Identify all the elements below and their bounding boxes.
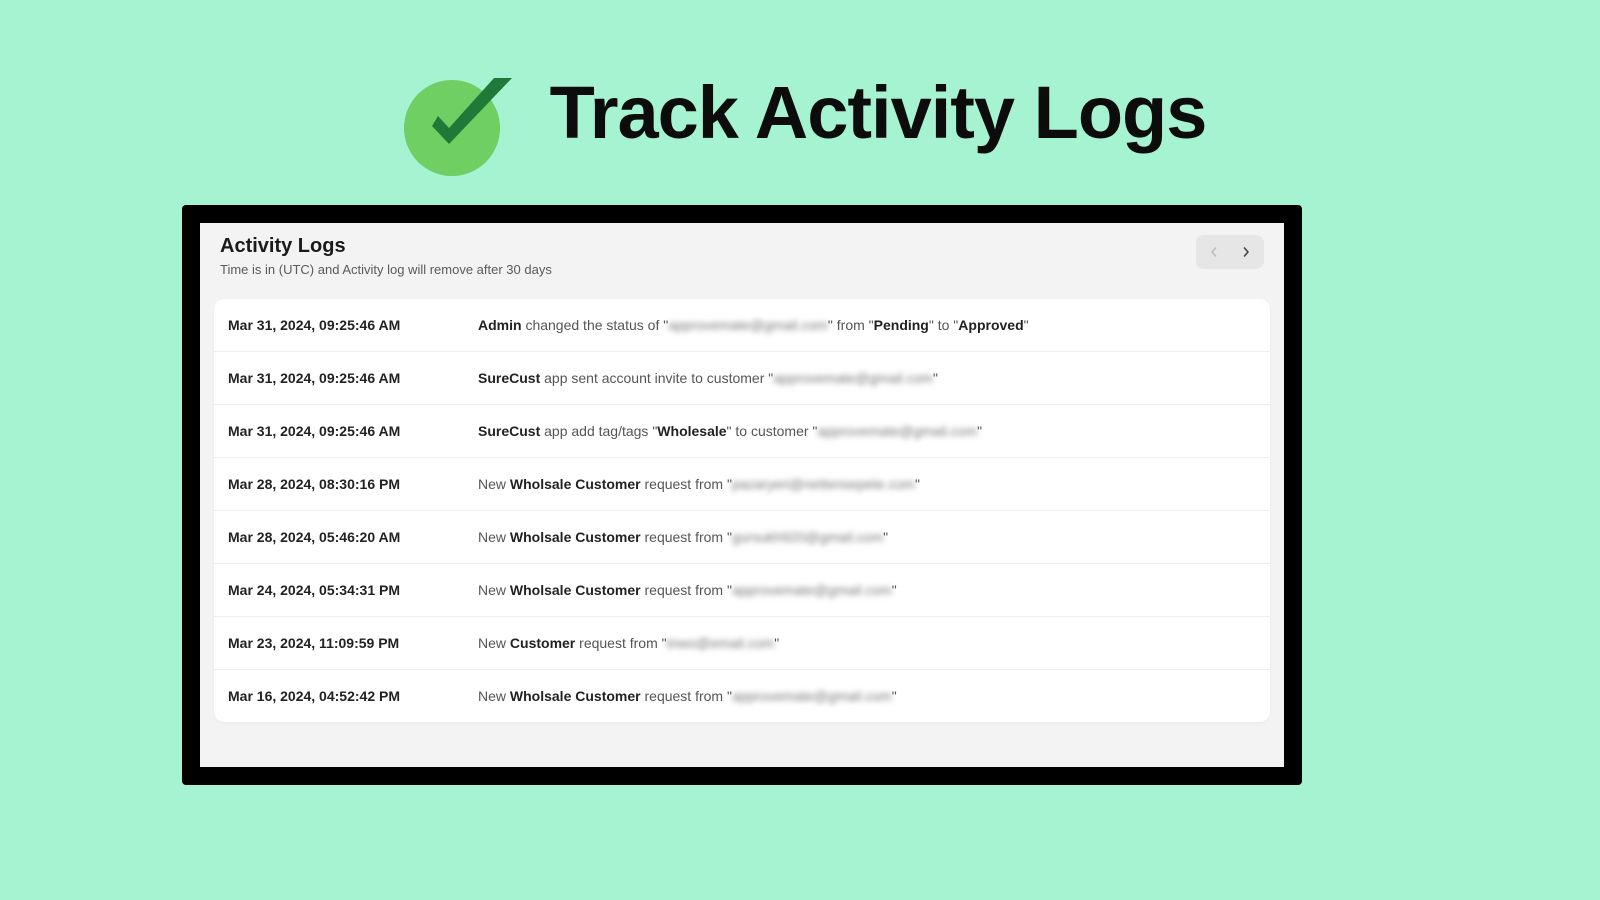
activity-panel: Activity Logs Time is in (UTC) and Activ… [200, 223, 1284, 767]
log-timestamp: Mar 31, 2024, 09:25:46 AM [228, 370, 478, 386]
log-timestamp: Mar 24, 2024, 05:34:31 PM [228, 582, 478, 598]
log-row: Mar 31, 2024, 09:25:46 AMAdmin changed t… [214, 299, 1270, 352]
panel-subtitle: Time is in (UTC) and Activity log will r… [220, 262, 552, 277]
log-row: Mar 31, 2024, 09:25:46 AMSureCust app se… [214, 352, 1270, 405]
chevron-left-icon [1209, 247, 1219, 257]
panel-title: Activity Logs [220, 235, 552, 258]
log-timestamp: Mar 16, 2024, 04:52:42 PM [228, 688, 478, 704]
log-message: SureCust app sent account invite to cust… [478, 370, 1256, 386]
log-timestamp: Mar 31, 2024, 09:25:46 AM [228, 423, 478, 439]
panel-header: Activity Logs Time is in (UTC) and Activ… [200, 223, 1284, 285]
log-message: SureCust app add tag/tags "Wholesale" to… [478, 423, 1256, 439]
chevron-right-icon [1241, 247, 1251, 257]
log-list: Mar 31, 2024, 09:25:46 AMAdmin changed t… [214, 299, 1270, 722]
log-timestamp: Mar 23, 2024, 11:09:59 PM [228, 635, 478, 651]
log-row: Mar 23, 2024, 11:09:59 PMNew Customer re… [214, 617, 1270, 670]
log-row: Mar 16, 2024, 04:52:42 PMNew Wholsale Cu… [214, 670, 1270, 722]
log-row: Mar 24, 2024, 05:34:31 PMNew Wholsale Cu… [214, 564, 1270, 617]
log-timestamp: Mar 28, 2024, 08:30:16 PM [228, 476, 478, 492]
log-row: Mar 31, 2024, 09:25:46 AMSureCust app ad… [214, 405, 1270, 458]
hero-title: Track Activity Logs [550, 70, 1207, 155]
pagination [1196, 235, 1264, 269]
hero-banner: Track Activity Logs [0, 0, 1600, 176]
next-page-button[interactable] [1230, 237, 1262, 267]
log-message: New Wholsale Customer request from "paza… [478, 476, 1256, 492]
activity-panel-frame: Activity Logs Time is in (UTC) and Activ… [182, 205, 1302, 785]
log-message: New Wholsale Customer request from "appr… [478, 582, 1256, 598]
log-message: New Customer request from "tnwo@email.co… [478, 635, 1256, 651]
log-message: Admin changed the status of "approvemate… [478, 317, 1256, 333]
log-message: New Wholsale Customer request from "gurs… [478, 529, 1256, 545]
log-row: Mar 28, 2024, 05:46:20 AMNew Wholsale Cu… [214, 511, 1270, 564]
log-timestamp: Mar 31, 2024, 09:25:46 AM [228, 317, 478, 333]
checkmark-icon [394, 48, 522, 176]
log-timestamp: Mar 28, 2024, 05:46:20 AM [228, 529, 478, 545]
prev-page-button[interactable] [1198, 237, 1230, 267]
log-message: New Wholsale Customer request from "appr… [478, 688, 1256, 704]
log-row: Mar 28, 2024, 08:30:16 PMNew Wholsale Cu… [214, 458, 1270, 511]
